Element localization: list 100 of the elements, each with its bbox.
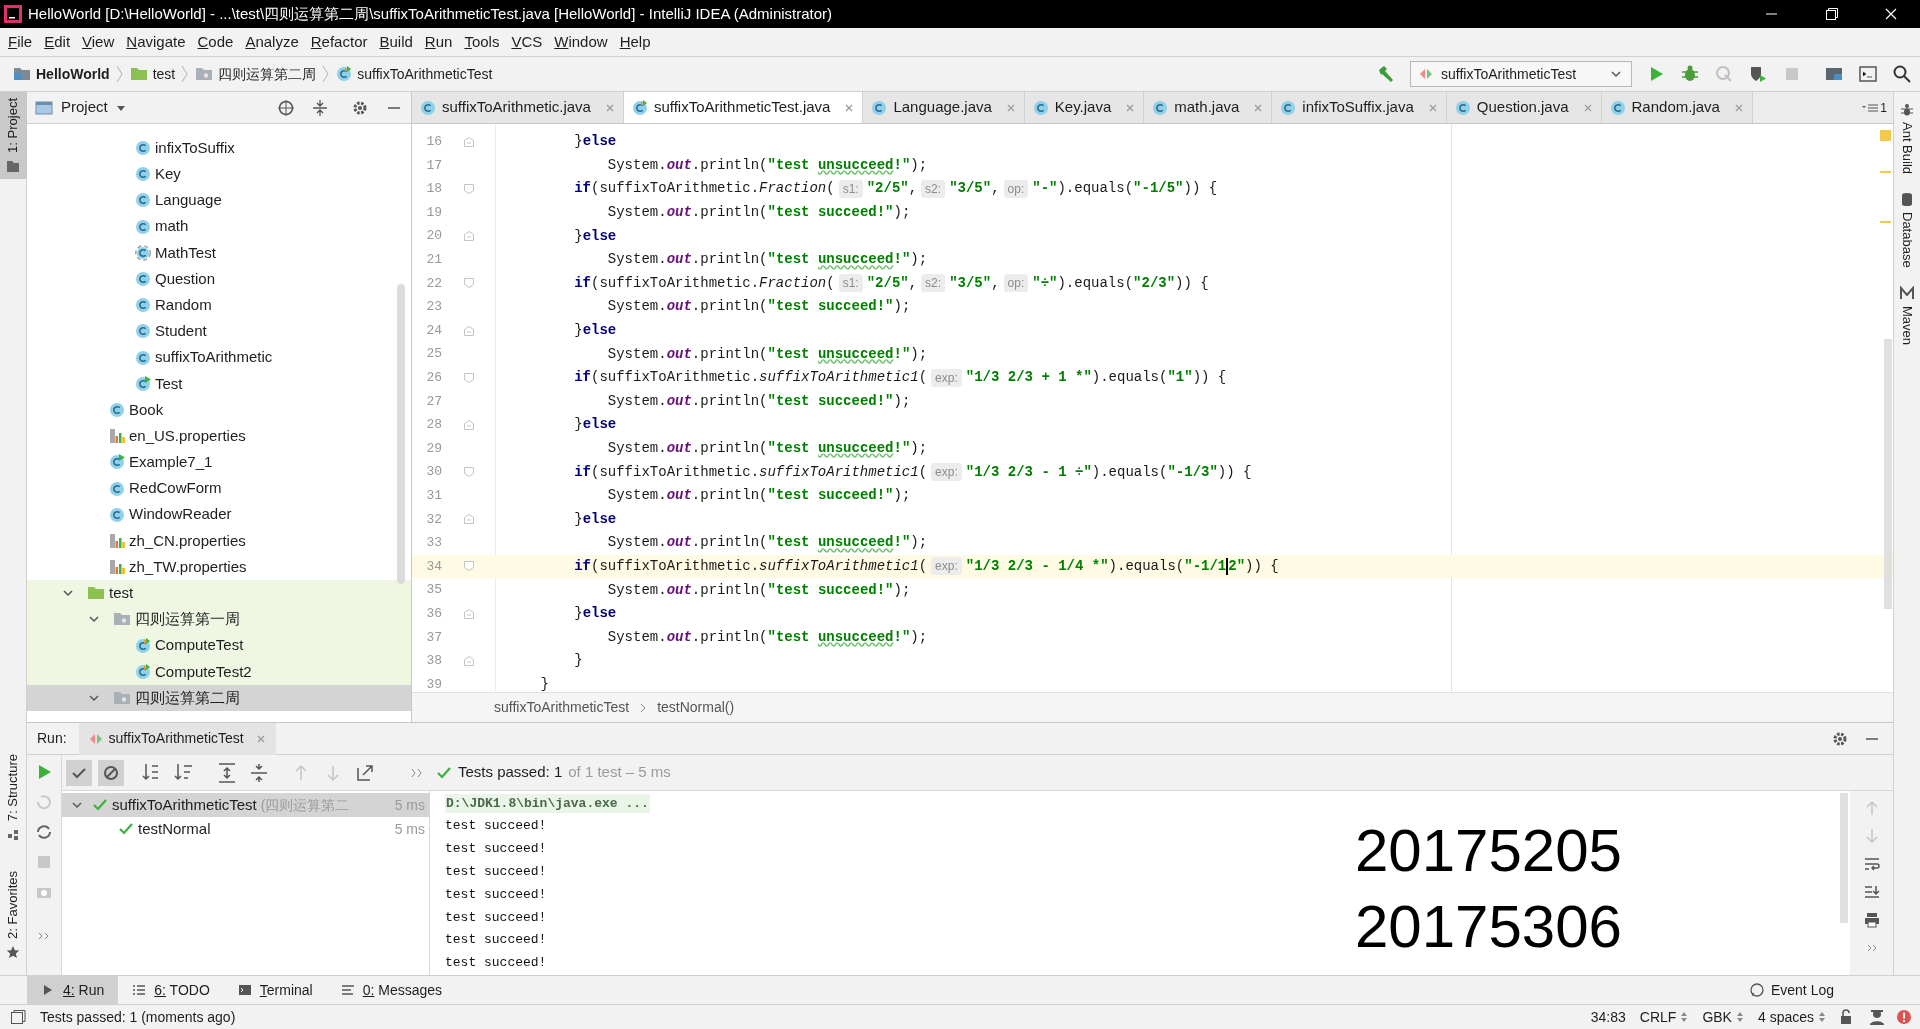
status-bar-item[interactable]: CRLF [1639,1006,1689,1028]
menu-item[interactable]: Tools [458,30,506,54]
tool-window-button[interactable]: 1: Project [0,92,27,179]
print-icon[interactable] [1862,911,1881,929]
error-icon[interactable] [1896,1009,1912,1025]
breadcrumb-item[interactable]: testNormal() [657,697,735,718]
fold-icon[interactable] [462,277,475,290]
menu-item[interactable]: Window [548,30,614,54]
tool-window-button[interactable]: 2: Favorites [0,865,27,965]
close-icon[interactable] [1253,102,1264,113]
test-tree-item[interactable]: testNormal 5 ms [62,817,429,841]
tree-item[interactable]: suffixToArithmetic [27,344,411,371]
fold-icon[interactable] [462,324,475,337]
tree-item[interactable]: zh_TW.properties [27,554,411,581]
menu-item[interactable]: Run [418,30,459,54]
fold-icon[interactable] [462,230,475,243]
scrollbar-thumb[interactable] [1840,793,1848,923]
fold-icon[interactable] [462,466,475,479]
status-bar-item[interactable]: GBK [1702,1006,1744,1028]
fold-icon[interactable] [462,135,475,148]
soft-wrap-icon[interactable] [1862,855,1881,873]
show-passed-icon[interactable] [66,759,92,786]
fold-icon[interactable] [462,607,475,620]
breadcrumb-item[interactable]: suffixToArithmeticTest [494,697,630,718]
editor-tab[interactable]: math.java [1144,92,1273,123]
tool-window-button[interactable]: 7: Structure [0,747,27,848]
editor-tab[interactable]: Key.java [1024,92,1145,123]
menu-item[interactable]: Help [613,30,657,54]
lock-icon[interactable] [1840,1009,1854,1025]
breadcrumb-item[interactable]: 四则运算第二周 [192,63,320,85]
fold-icon[interactable] [462,654,475,667]
tree-item[interactable]: en_US.properties [27,423,411,450]
menu-item[interactable]: View [76,30,121,54]
tool-window-button[interactable]: Ant Build [1893,98,1920,179]
scrollbar-thumb[interactable] [397,284,405,584]
project-view-dropdown[interactable]: Project [61,96,126,119]
fold-icon[interactable] [462,183,475,195]
breadcrumb-item[interactable]: test [126,63,179,85]
editor-tab[interactable]: Question.java [1446,92,1602,123]
tree-item[interactable]: 四则运算第一周 [27,606,411,633]
tree-item[interactable]: Test [27,370,411,397]
tree-item[interactable]: Random [27,292,411,319]
fold-icon[interactable] [462,513,475,526]
event-log-button[interactable]: Event Log [1748,979,1834,1001]
menu-item[interactable]: Edit [38,30,77,54]
menu-item[interactable]: Refactor [304,30,374,54]
tree-item[interactable]: zh_CN.properties [27,527,411,554]
hammer-icon[interactable] [1376,64,1396,84]
close-icon[interactable] [1733,102,1744,113]
search-icon[interactable] [1892,64,1912,84]
tool-window-button[interactable]: 4: Run [27,975,119,1005]
fold-icon[interactable] [462,560,475,573]
scroll-to-end-icon[interactable] [1862,883,1881,901]
tree-item[interactable]: Student [27,318,411,345]
tree-item[interactable]: Key [27,161,411,188]
terminal-window-icon[interactable] [1858,64,1878,84]
close-icon[interactable] [1427,102,1438,113]
run-config-dropdown[interactable]: suffixToArithmeticTest [1410,61,1632,87]
bug-icon[interactable] [1680,64,1700,84]
show-ignored-icon[interactable] [98,759,124,786]
menu-item[interactable]: VCS [505,30,549,54]
tree-item[interactable]: math [27,213,411,240]
editor-tab[interactable]: infixToSuffix.java [1272,92,1447,123]
fold-icon[interactable] [462,418,475,431]
menu-item[interactable]: Code [191,30,240,54]
tool-window-button[interactable]: Terminal [223,975,327,1005]
close-icon[interactable] [844,102,855,113]
tool-window-button[interactable]: Maven [1893,281,1920,349]
tool-window-button[interactable]: Database [1893,188,1920,272]
locate-icon[interactable] [277,98,295,117]
menu-item[interactable]: Navigate [120,30,192,54]
tree-item[interactable]: WindowReader [27,501,411,528]
tree-item[interactable]: Question [27,265,411,293]
close-icon[interactable] [255,733,266,744]
breadcrumb-item[interactable]: HelloWorld [10,63,113,85]
editor-tab[interactable]: Random.java [1601,92,1753,123]
status-bar-item[interactable]: 4 spaces [1757,1006,1826,1028]
tree-item[interactable]: ComputeTest [27,632,411,659]
tree-item[interactable]: Example7_1 [27,449,411,476]
tree-item[interactable]: MathTest [27,239,411,266]
editor-tab[interactable]: suffixToArithmeticTest.java [623,92,864,123]
stop-icon[interactable] [35,853,53,871]
close-icon[interactable] [1582,102,1593,113]
scrollbar-thumb[interactable] [1884,339,1892,609]
tree-item[interactable]: infixToSuffix [27,135,411,162]
tool-window-button[interactable]: 6: TODO [118,975,224,1005]
shield-run-icon[interactable] [1748,64,1768,84]
tree-item[interactable]: test [27,580,411,607]
menu-item[interactable]: File [2,30,39,54]
tree-item[interactable]: RedCowForm [27,475,411,502]
breadcrumb-item[interactable]: suffixToArithmeticTest [333,63,496,85]
tab-list-button[interactable]: 1 [1856,92,1893,123]
close-icon[interactable] [1005,102,1016,113]
tool-window-button[interactable]: 0: Messages [326,975,457,1005]
close-icon[interactable] [1125,102,1136,113]
editor-tab[interactable]: Language.java [863,92,1025,123]
run-tab[interactable]: suffixToArithmeticTest [78,722,276,755]
collapse-all-icon[interactable] [311,98,329,117]
panel-toggle-icon[interactable] [10,1009,26,1025]
tree-item[interactable]: Book [27,396,411,424]
